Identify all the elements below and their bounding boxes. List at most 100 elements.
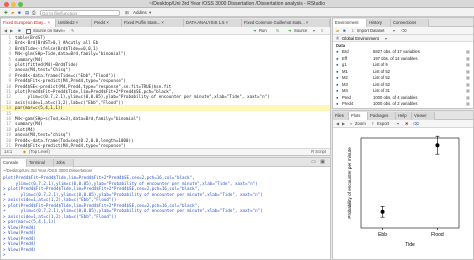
scope-context[interactable]: (Top Level) xyxy=(29,149,50,155)
grid-icon[interactable]: ⊞ xyxy=(124,9,130,16)
file-type[interactable]: R Script xyxy=(311,149,326,155)
new-file-icon[interactable]: ✚ xyxy=(3,9,9,16)
environment-row[interactable]: ● Pred 1000 obs. of 4 variables ▦ xyxy=(333,95,473,101)
tab-history[interactable]: History xyxy=(367,19,391,27)
view-grid-icon[interactable]: ▦ xyxy=(466,69,470,74)
view-grid-icon[interactable]: ▦ xyxy=(466,62,470,67)
tab-packages[interactable]: Packages xyxy=(368,112,396,120)
code-line[interactable]: plot(M4) xyxy=(15,127,35,132)
chevron-down-icon[interactable]: ▾ xyxy=(393,27,395,35)
code-line[interactable]: plot(fitted(M4)~Brd$Tide) xyxy=(15,62,78,67)
tab-pred4[interactable]: Pred4 × xyxy=(92,19,122,27)
back-arrow-icon[interactable]: ◀ xyxy=(4,27,7,35)
zoom-button[interactable]: Zoom xyxy=(355,120,366,128)
environment-row[interactable]: ● M4 List of 31 ▦ xyxy=(333,88,473,94)
tab-terminal[interactable]: Terminal xyxy=(27,159,54,167)
search-icon[interactable]: ⌕ xyxy=(63,27,65,35)
code-line[interactable]: Pred4$Fit<-predict(M4,Pred4,type="respon… xyxy=(15,78,126,83)
print-icon[interactable]: ⎙ xyxy=(31,9,37,16)
tab-fixed-puffin[interactable]: Fixed Puffin Stats... × xyxy=(122,19,184,27)
code-line[interactable]: plot(Pred4$Fit~Pred4$Tide,lim=Pred4$Fit+… xyxy=(15,89,174,94)
environment-row[interactable]: ● M2 List of 52 ▦ xyxy=(333,75,473,81)
console-output[interactable]: plot(Pred4$Fit~Pred4$Tide,lim=Pred4$Fit+… xyxy=(1,175,330,259)
save-icon[interactable]: ■ xyxy=(17,9,22,16)
expand-icon[interactable]: ● xyxy=(336,88,339,93)
expand-icon[interactable]: ● xyxy=(336,56,339,61)
addins-menu[interactable]: Addins xyxy=(132,9,148,16)
code-line[interactable]: par(mar=c(5,4,1,1)) xyxy=(15,105,63,110)
chevron-down-icon[interactable]: ▾ xyxy=(313,27,315,35)
expand-icon[interactable]: ● xyxy=(336,95,339,100)
view-grid-icon[interactable]: ▦ xyxy=(466,82,470,87)
code-line[interactable]: axis(side=1,at=c(1,2),lab=c("Ebb","Flood… xyxy=(15,100,123,105)
tab-help[interactable]: Help xyxy=(396,112,412,120)
expand-icon[interactable]: ● xyxy=(336,62,339,67)
tab-plots[interactable]: Plots xyxy=(349,112,368,120)
tab-files[interactable]: Files xyxy=(333,112,349,120)
environment-row[interactable]: ● Eff 197 obs. of 14 variables ▦ xyxy=(333,56,473,62)
code-line[interactable]: ylim=c(0.7,2.1),ylim=c(0,0.05),ylab="Pro… xyxy=(15,94,270,99)
goto-file-input[interactable]: Go to file/function xyxy=(40,9,120,16)
tab-console[interactable]: Console xyxy=(1,159,27,167)
source-button[interactable]: Source xyxy=(294,27,307,35)
expand-icon[interactable]: ● xyxy=(336,69,339,74)
tab-connections[interactable]: Connections xyxy=(391,19,429,27)
save-all-icon[interactable]: ▤ xyxy=(24,9,30,16)
view-grid-icon[interactable]: ▦ xyxy=(466,95,470,100)
environment-row[interactable]: ● M1 List of 52 ▦ xyxy=(333,69,473,75)
clear-plots-icon[interactable]: ⌫ xyxy=(413,120,419,128)
view-grid-icon[interactable]: ▦ xyxy=(466,88,470,93)
code-line[interactable]: anova(M4,test="Chisq") xyxy=(15,67,70,72)
code-line[interactable]: M4<-gam(SHp~s(Tod,k=3),data=Brd,family="… xyxy=(15,116,141,121)
forward-arrow-icon[interactable]: ▶ xyxy=(10,27,13,35)
export-button[interactable]: Export xyxy=(377,120,389,128)
import-dataset-button[interactable]: Import Dataset xyxy=(357,27,384,35)
code-line[interactable]: Pred4$SE<-predict(M4,Pred4,type="respons… xyxy=(15,84,171,89)
console-path[interactable]: ~/Desktop/Uni 3rd Year /OSS 3000 Dissert… xyxy=(3,168,92,173)
code-line[interactable]: M4<-glm(SHp~Tide,data=Brd,family="binomi… xyxy=(15,51,126,56)
open-file-icon[interactable]: ▰ xyxy=(10,9,15,16)
code-line[interactable]: Brd$Tide<-ifelse(Brd$Tide==0,0,1) xyxy=(15,46,98,51)
code-editor[interactable]: 1 table(BrdST) 2 Brd<-Brd[BrdST>0,] #Acutly… xyxy=(1,35,330,155)
minimize-pane-icon[interactable]: ▭ xyxy=(311,159,316,165)
code-line[interactable]: anova(M4,test="chisq") xyxy=(15,132,70,137)
code-line[interactable]: Pred4<-data.frame(Tide=c("Ebb","Flood")) xyxy=(15,73,116,78)
tab-untitled2[interactable]: Untitled2 × xyxy=(56,19,92,27)
environment-row[interactable]: ● Pred4 1000 obs. of 2 variables ▦ xyxy=(333,101,473,107)
tab-environment[interactable]: Environment xyxy=(333,19,367,27)
code-line[interactable]: Brd<-Brd[BrdST>0,] #Acutly all Eb xyxy=(15,40,98,45)
open-icon[interactable]: ▰ xyxy=(336,27,339,35)
outline-icon[interactable]: ≡ xyxy=(321,27,323,35)
code-line[interactable]: Pred4<-data.frame(Tod=seq(0.2,8.0,length… xyxy=(15,138,134,143)
source-on-save-checkbox[interactable] xyxy=(26,28,31,34)
expand-icon[interactable]: ● xyxy=(336,75,339,80)
run-button[interactable]: Run xyxy=(259,27,267,35)
maximize-pane-icon[interactable]: ▣ xyxy=(320,159,325,165)
view-grid-icon[interactable]: ▦ xyxy=(466,49,470,54)
global-environment-dropdown[interactable]: Global Environment xyxy=(342,35,379,42)
chevron-down-icon[interactable]: ▾ xyxy=(385,35,387,42)
environment-row[interactable]: ● g1 List of 9 ▦ xyxy=(333,62,473,68)
view-grid-icon[interactable]: ▦ xyxy=(466,101,470,106)
code-line[interactable]: summary(M4) xyxy=(15,57,43,62)
tab-viewer[interactable]: Viewer xyxy=(412,112,435,120)
tab-data-analysis[interactable]: DATA ANALYSIS 1.5 × xyxy=(184,19,242,27)
environment-row[interactable]: ● M3 List of 52 ▦ xyxy=(333,82,473,88)
view-grid-icon[interactable]: ▦ xyxy=(466,56,470,61)
view-grid-icon[interactable]: ▦ xyxy=(466,75,470,80)
rerun-icon[interactable]: ↻ xyxy=(276,27,280,35)
expand-icon[interactable]: ● xyxy=(336,82,339,87)
environment-row[interactable]: ● Brd 5827 obs. of 17 variables ▦ xyxy=(333,49,473,55)
tab-fixed-european[interactable]: Fixed European Ebay... × xyxy=(1,19,56,27)
tab-jobs[interactable]: Jobs xyxy=(54,159,74,167)
next-plot-icon[interactable]: ▶ xyxy=(342,120,345,128)
remove-plot-icon[interactable]: ✖ xyxy=(405,120,409,128)
save-file-icon[interactable]: ■ xyxy=(18,27,21,35)
chevron-down-icon[interactable]: ▾ xyxy=(397,120,399,128)
wand-icon[interactable]: ✎ xyxy=(71,27,75,35)
expand-icon[interactable]: ● xyxy=(336,49,339,54)
code-line[interactable]: summary(M4) xyxy=(15,121,43,126)
code-line[interactable]: table(BrdST) xyxy=(15,35,45,40)
broom-icon[interactable]: ⌫ xyxy=(401,27,407,35)
tab-fixed-guillemot[interactable]: Fixed Common Guillemot stats... × xyxy=(242,19,330,27)
